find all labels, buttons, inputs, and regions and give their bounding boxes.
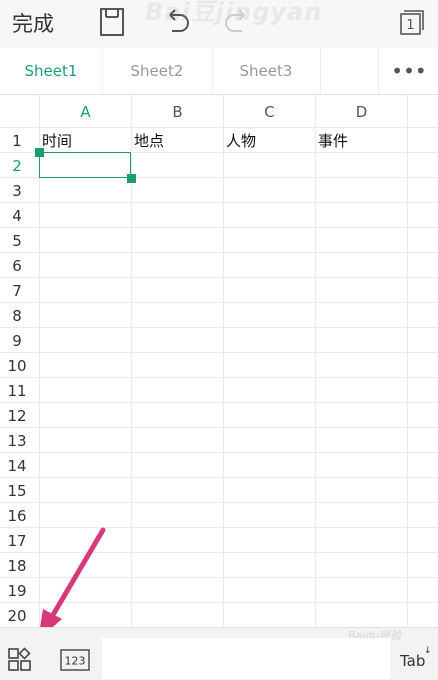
save-icon[interactable] xyxy=(94,4,130,40)
row-header-6[interactable]: 6 xyxy=(0,253,34,278)
cell-c1[interactable]: 人物 xyxy=(224,128,315,153)
undo-icon[interactable] xyxy=(160,4,196,40)
redo-icon[interactable] xyxy=(218,4,254,40)
tab-sheet1[interactable]: Sheet1 xyxy=(0,48,103,94)
top-toolbar: 完成 Bai豆jingyan 1 xyxy=(0,0,438,49)
numeric-keyboard-button[interactable]: 123 xyxy=(60,649,90,671)
row-header-14[interactable]: 14 xyxy=(0,453,34,478)
row-header-12[interactable]: 12 xyxy=(0,403,34,428)
apps-grid-icon[interactable] xyxy=(6,646,34,674)
row-header-4[interactable]: 4 xyxy=(0,203,34,228)
row-header-13[interactable]: 13 xyxy=(0,428,34,453)
window-count-icon[interactable]: 1 xyxy=(394,4,430,40)
cell-d1[interactable]: 事件 xyxy=(316,128,407,153)
selected-cell-a2[interactable] xyxy=(39,152,131,178)
row-header-19[interactable]: 19 xyxy=(0,578,34,603)
row-header-1[interactable]: 1 xyxy=(0,128,34,153)
row-header-2[interactable]: 2 xyxy=(0,153,34,178)
row-header-3[interactable]: 3 xyxy=(0,178,34,203)
row-header-16[interactable]: 16 xyxy=(0,503,34,528)
row-header-18[interactable]: 18 xyxy=(0,553,34,578)
tab-sheet2[interactable]: Sheet2 xyxy=(102,48,213,94)
column-header-a[interactable]: A xyxy=(40,98,131,126)
row-header-10[interactable]: 10 xyxy=(0,353,34,378)
row-header-5[interactable]: 5 xyxy=(0,228,34,253)
cell-b1[interactable]: 地点 xyxy=(132,128,223,153)
sheet-tabs-bar: Sheet1 Sheet2 Sheet3 ••• xyxy=(0,48,438,95)
selection-handle-bottom-right[interactable] xyxy=(127,174,136,183)
column-header-d[interactable]: D xyxy=(316,98,407,126)
keyboard-label: 123 xyxy=(65,655,86,668)
row-header-20[interactable]: 20 xyxy=(0,603,34,628)
column-header-c[interactable]: C xyxy=(224,98,315,126)
tab-key-button[interactable]: Tab xyxy=(400,652,425,670)
row-header-17[interactable]: 17 xyxy=(0,528,34,553)
done-button[interactable]: 完成 xyxy=(12,8,54,38)
row-header-7[interactable]: 7 xyxy=(0,278,34,303)
tab-arrow-icon: ↓ xyxy=(424,646,432,656)
selection-handle-top-left[interactable] xyxy=(35,148,44,157)
tab-sheet3[interactable]: Sheet3 xyxy=(212,48,321,94)
row-header-11[interactable]: 11 xyxy=(0,378,34,403)
row-header-8[interactable]: 8 xyxy=(0,303,34,328)
cell-a1[interactable]: 时间 xyxy=(40,128,131,153)
column-header-b[interactable]: B xyxy=(132,98,223,126)
cell-input-field[interactable] xyxy=(102,638,390,679)
window-count: 1 xyxy=(406,18,414,33)
row-header-9[interactable]: 9 xyxy=(0,328,34,353)
more-menu-button[interactable]: ••• xyxy=(378,48,438,94)
row-header-15[interactable]: 15 xyxy=(0,478,34,503)
